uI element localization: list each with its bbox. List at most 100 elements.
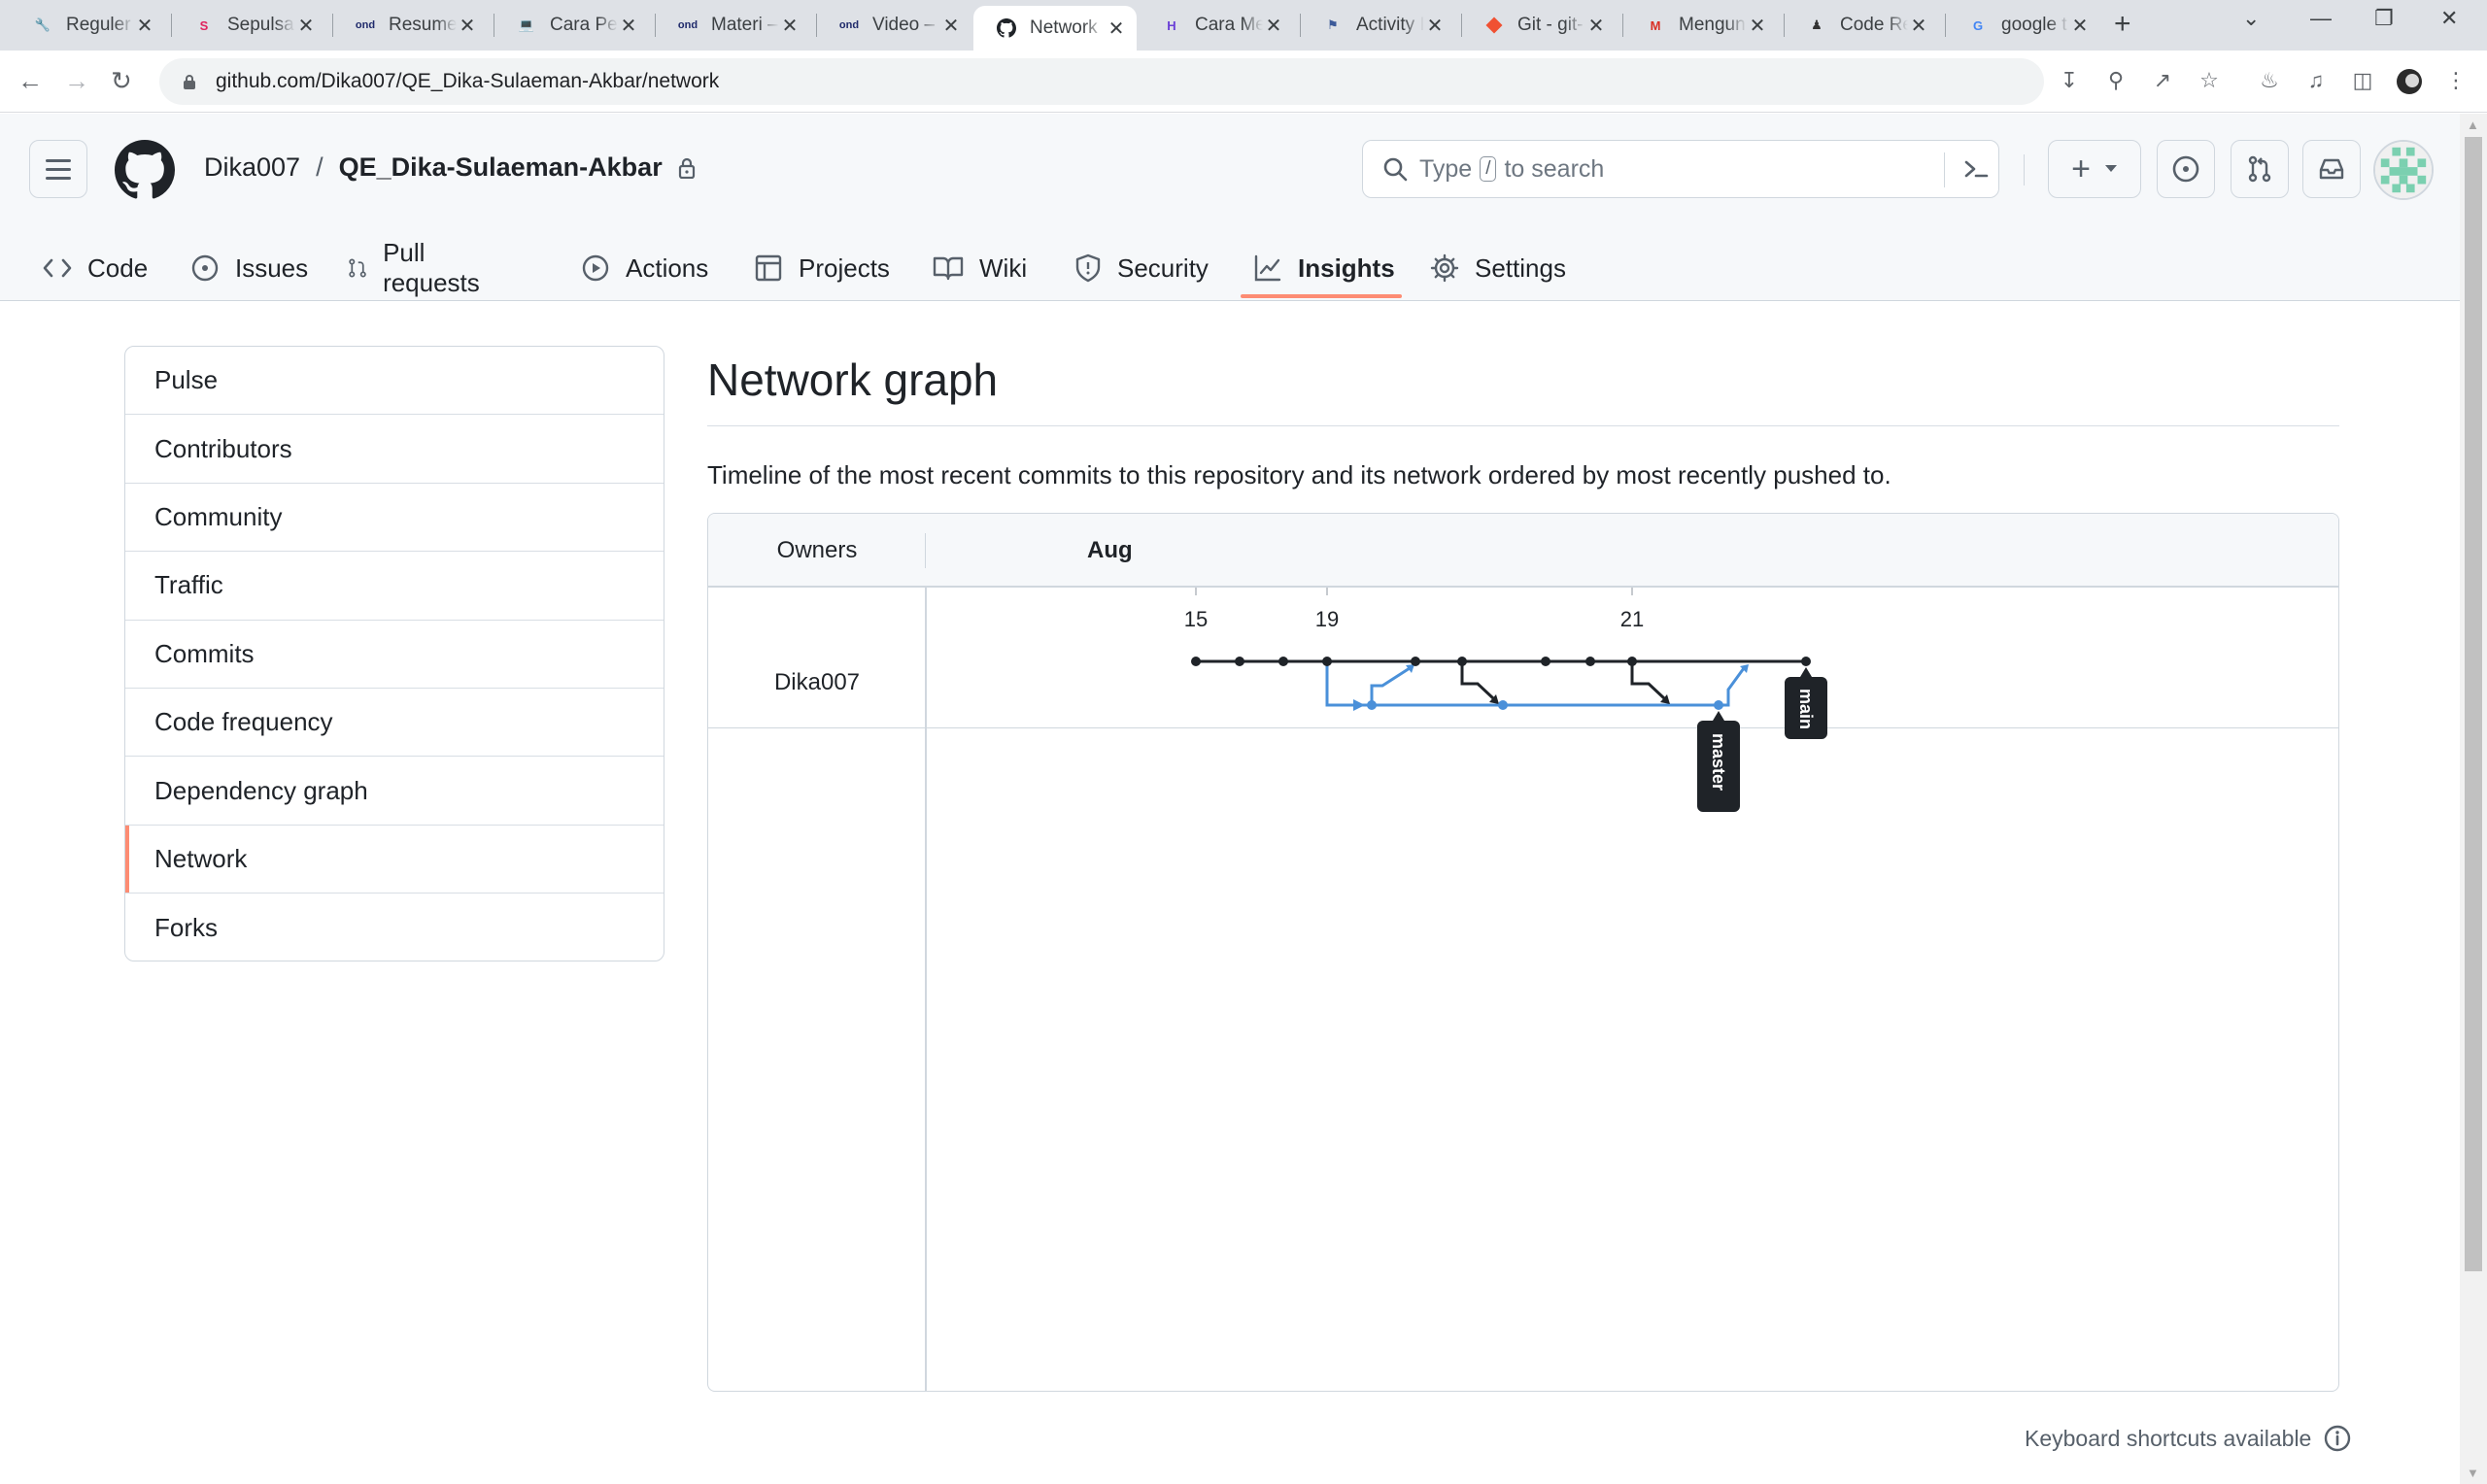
tab-code[interactable]: Code bbox=[43, 236, 148, 300]
branch-label-master[interactable]: master bbox=[1697, 711, 1740, 812]
commit-dot[interactable] bbox=[1801, 657, 1811, 666]
restore-icon[interactable]: ❐ bbox=[2374, 6, 2394, 31]
bookmark-star-icon[interactable]: ☆ bbox=[2196, 68, 2223, 95]
commit-dot[interactable] bbox=[1627, 657, 1637, 666]
close-icon[interactable]: ✕ bbox=[940, 14, 962, 38]
profile-icon[interactable] bbox=[2396, 68, 2423, 95]
tab-title: Resume bbox=[389, 15, 457, 35]
keyboard-shortcuts-hint[interactable]: Keyboard shortcuts available bbox=[2025, 1424, 2352, 1453]
issues-button[interactable] bbox=[2157, 140, 2215, 198]
github-logo-icon[interactable] bbox=[115, 140, 175, 200]
branch-label-main[interactable]: main bbox=[1785, 667, 1827, 739]
scroll-down-icon[interactable]: ▼ bbox=[2467, 1466, 2479, 1480]
browser-menu-icon[interactable]: ⋮ bbox=[2442, 68, 2470, 95]
sidebar-item-community[interactable]: Community bbox=[125, 484, 664, 553]
browser-tab[interactable]: G google t ✕ bbox=[1945, 7, 2100, 44]
browser-tab[interactable]: 🔧 Reguler ✕ bbox=[10, 7, 165, 44]
sidebar-item-code-frequency[interactable]: Code frequency bbox=[125, 689, 664, 758]
commit-dot[interactable] bbox=[1498, 700, 1508, 710]
install-icon[interactable]: ↧ bbox=[2056, 68, 2083, 95]
close-icon[interactable]: ✕ bbox=[1747, 14, 1768, 38]
commit-dot[interactable] bbox=[1411, 657, 1420, 666]
close-icon[interactable]: ✕ bbox=[457, 14, 478, 38]
sidebar-item-traffic[interactable]: Traffic bbox=[125, 552, 664, 621]
commit-dot[interactable] bbox=[1322, 657, 1332, 666]
commit-dot[interactable] bbox=[1191, 657, 1201, 666]
sidebar-item-pulse[interactable]: Pulse bbox=[125, 347, 664, 416]
browser-tab[interactable]: S Sepulsa ✕ bbox=[171, 7, 326, 44]
tab-issues[interactable]: Issues bbox=[190, 236, 308, 300]
address-bar[interactable]: github.com/Dika007/QE_Dika-Sulaeman-Akba… bbox=[159, 58, 2044, 105]
browser-tab[interactable]: ⚑ Activity I ✕ bbox=[1300, 7, 1455, 44]
command-palette-icon[interactable] bbox=[1961, 154, 1991, 184]
network-graph[interactable]: 15 19 21 main master bbox=[926, 588, 2339, 1392]
owner-name[interactable]: Dika007 bbox=[708, 669, 926, 696]
repo-link[interactable]: QE_Dika-Sulaeman-Akbar bbox=[339, 152, 663, 183]
close-icon[interactable]: ✕ bbox=[1106, 17, 1127, 41]
close-icon[interactable]: ✕ bbox=[134, 14, 155, 38]
tab-wiki[interactable]: Wiki bbox=[933, 236, 1027, 300]
commit-dot[interactable] bbox=[1235, 657, 1244, 666]
close-icon[interactable]: ✕ bbox=[1263, 14, 1284, 38]
page-scrollbar[interactable]: ▲ ▼ bbox=[2460, 114, 2487, 1484]
commit-dot[interactable] bbox=[1714, 700, 1723, 710]
browser-tab[interactable]: H Cara Me ✕ bbox=[1139, 7, 1294, 44]
zoom-icon[interactable]: ⚲ bbox=[2102, 68, 2129, 95]
window-close-icon[interactable]: ✕ bbox=[2440, 6, 2458, 31]
pull-requests-button[interactable] bbox=[2231, 140, 2289, 198]
media-icon[interactable]: ♫ bbox=[2302, 68, 2330, 95]
browser-tab[interactable]: ond Video – ✕ bbox=[816, 7, 971, 44]
avatar[interactable] bbox=[2373, 140, 2434, 200]
browser-tab[interactable]: ond Materi – ✕ bbox=[655, 7, 810, 44]
commit-dot[interactable] bbox=[1278, 657, 1288, 666]
owner-link[interactable]: Dika007 bbox=[204, 152, 300, 183]
menu-icon[interactable] bbox=[29, 140, 87, 198]
commit-dot[interactable] bbox=[1585, 657, 1595, 666]
side-panel-icon[interactable]: ◫ bbox=[2349, 68, 2376, 95]
extensions-icon[interactable]: ♨ bbox=[2256, 68, 2283, 95]
minimize-icon[interactable]: — bbox=[2310, 6, 2332, 31]
tab-search-icon[interactable]: ⌄ bbox=[2242, 6, 2260, 31]
sidebar-item-commits[interactable]: Commits bbox=[125, 621, 664, 689]
browser-tab[interactable]: M Mengun ✕ bbox=[1622, 7, 1778, 44]
close-icon[interactable]: ✕ bbox=[1908, 14, 1929, 38]
tab-settings[interactable]: Settings bbox=[1430, 236, 1566, 300]
close-icon[interactable]: ✕ bbox=[618, 14, 639, 38]
tab-projects[interactable]: Projects bbox=[754, 236, 890, 300]
forward-icon[interactable]: → bbox=[64, 66, 89, 96]
browser-tab[interactable]: Git - git- ✕ bbox=[1461, 7, 1617, 44]
close-icon[interactable]: ✕ bbox=[1424, 14, 1446, 38]
browser-tab[interactable]: 💻 Cara Pen ✕ bbox=[494, 7, 649, 44]
tab-title: google t bbox=[2001, 15, 2067, 35]
close-icon[interactable]: ✕ bbox=[295, 14, 317, 38]
scroll-up-icon[interactable]: ▲ bbox=[2467, 118, 2479, 132]
commit-dot[interactable] bbox=[1367, 700, 1377, 710]
day-label: 21 bbox=[1620, 607, 1644, 631]
commit-dot[interactable] bbox=[1541, 657, 1550, 666]
browser-tab[interactable]: ond Resume ✕ bbox=[332, 7, 488, 44]
network-graph-panel[interactable]: Owners Aug Dika007 15 19 21 main master bbox=[707, 513, 2339, 1392]
sidebar-item-dependency-graph[interactable]: Dependency graph bbox=[125, 757, 664, 826]
sidebar-item-forks[interactable]: Forks bbox=[125, 894, 664, 961]
reload-icon[interactable]: ↻ bbox=[111, 66, 132, 96]
create-new-button[interactable]: + bbox=[2048, 140, 2141, 198]
active-tab-underline bbox=[1241, 294, 1402, 298]
commit-dot[interactable] bbox=[1457, 657, 1467, 666]
tab-insights[interactable]: Insights bbox=[1253, 236, 1395, 300]
browser-tab-active[interactable]: Network ✕ bbox=[973, 6, 1137, 51]
back-icon[interactable]: ← bbox=[17, 66, 43, 96]
share-icon[interactable]: ↗ bbox=[2149, 68, 2176, 95]
tab-pull-requests[interactable]: Pull requests bbox=[348, 236, 488, 300]
browser-tab[interactable]: ♟ Code Re ✕ bbox=[1784, 7, 1939, 44]
sidebar-item-network[interactable]: Network bbox=[125, 825, 664, 894]
close-icon[interactable]: ✕ bbox=[779, 14, 801, 38]
close-icon[interactable]: ✕ bbox=[2069, 14, 2091, 38]
tab-security[interactable]: Security bbox=[1074, 236, 1209, 300]
search-input[interactable]: Type / to search bbox=[1362, 140, 1999, 198]
sidebar-item-contributors[interactable]: Contributors bbox=[125, 415, 664, 484]
inbox-button[interactable] bbox=[2302, 140, 2361, 198]
new-tab-button[interactable]: + bbox=[2114, 8, 2131, 41]
close-icon[interactable]: ✕ bbox=[1585, 14, 1607, 38]
tab-actions[interactable]: Actions bbox=[581, 236, 708, 300]
scrollbar-thumb[interactable] bbox=[2465, 137, 2482, 1271]
